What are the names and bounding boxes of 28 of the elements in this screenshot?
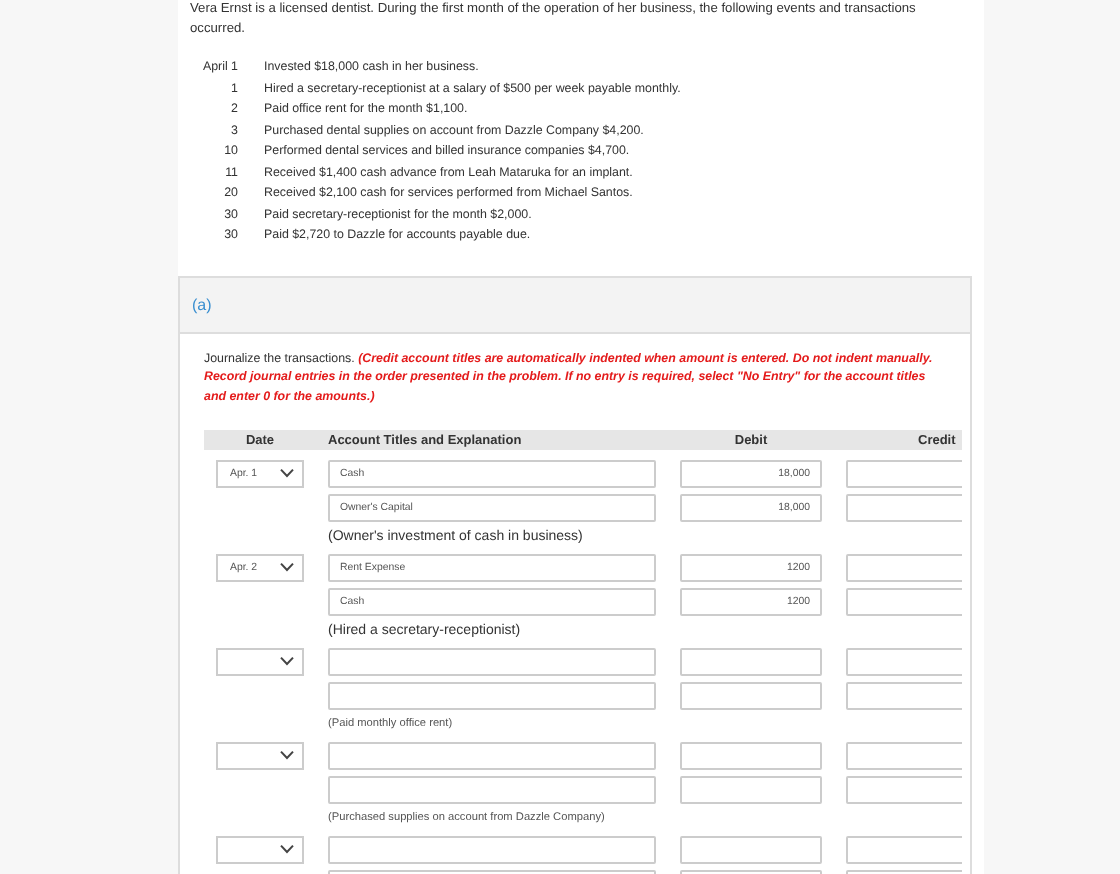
chevron-down-icon [280,468,294,478]
account-field[interactable] [328,775,656,803]
debit-field[interactable] [680,835,822,863]
account-field[interactable] [328,741,656,769]
date-select[interactable] [216,741,304,769]
chevron-down-icon [280,656,294,666]
debit-field[interactable] [680,741,822,769]
chevron-down-icon [280,562,294,572]
debit-field[interactable] [680,775,822,803]
chevron-down-icon [280,844,294,854]
credit-field[interactable] [846,493,962,521]
debit-field[interactable] [680,647,822,675]
credit-field[interactable] [846,775,962,803]
credit-field[interactable] [846,459,962,487]
account-field[interactable] [328,647,656,675]
chevron-down-icon [280,750,294,760]
credit-field[interactable] [846,553,962,581]
debit-field[interactable] [680,681,822,709]
credit-field[interactable] [846,681,962,709]
credit-field[interactable] [846,587,962,615]
credit-field[interactable] [846,647,962,675]
account-field[interactable] [328,835,656,863]
part-label: (a) [192,295,212,313]
date-select[interactable] [216,647,304,675]
credit-field[interactable] [846,741,962,769]
credit-field[interactable] [846,835,962,863]
account-field[interactable] [328,681,656,709]
date-select[interactable] [216,835,304,863]
